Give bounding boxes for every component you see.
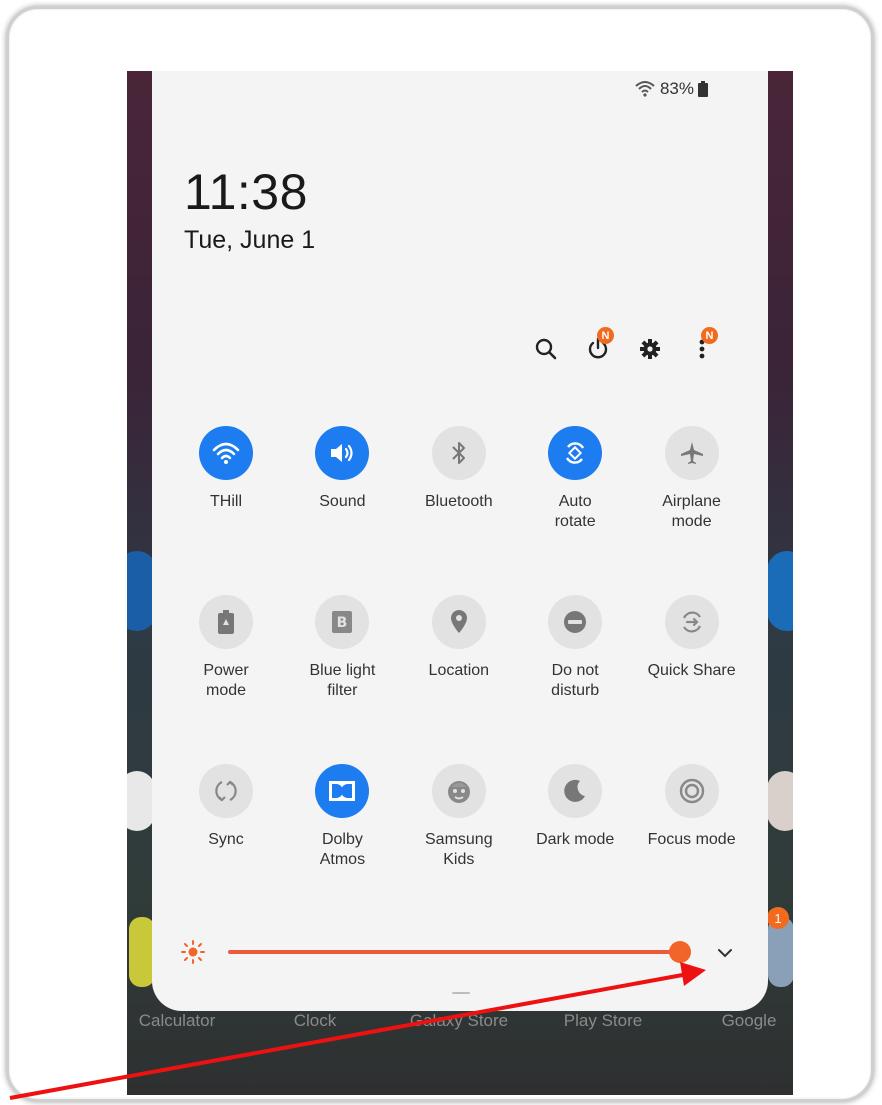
tile-quick-share[interactable]: Quick Share [634,595,750,681]
sync-icon[interactable] [199,764,253,818]
clock-date: Tue, June 1 [184,226,316,254]
tile-moon[interactable]: Dark mode [517,764,633,850]
blue-light-icon[interactable]: B [315,595,370,649]
tile-label: Samsung Kids [425,831,493,868]
home-app-icon-right-2 [767,771,793,831]
tile-label: Sound [319,493,366,510]
home-app-icon-right [767,551,793,631]
tile-label: Sync [208,831,244,848]
tile-bluetooth[interactable]: Bluetooth [401,426,517,512]
tile-label: Location [428,662,490,679]
power-button[interactable]: N [572,327,624,369]
tile-label: Auto rotate [554,493,596,530]
dock-label-calculator[interactable]: Calculator [127,1011,237,1031]
airplane-icon[interactable] [664,426,719,480]
power-notification-badge: N [597,327,614,344]
brightness-track[interactable] [228,950,680,954]
tile-label: Do not disturb [551,662,600,699]
svg-text:B: B [337,615,348,631]
tile-blue-light[interactable]: B Blue light filter [284,595,400,701]
tile-label: Dark mode [536,831,615,848]
tile-label: Quick Share [647,662,736,679]
panel-drag-handle[interactable] [452,992,470,994]
quick-share-icon[interactable] [664,595,719,649]
tile-focus[interactable]: Focus mode [634,764,750,850]
brightness-slider[interactable] [180,937,740,967]
settings-button[interactable] [624,329,676,369]
dock-label-clock[interactable]: Clock [255,1011,375,1031]
screenshot-frame: 1 Calculator Clock Galaxy Store Play Sto… [6,6,874,1102]
dnd-icon[interactable] [548,595,603,649]
dock-label-galaxy-store[interactable]: Galaxy Store [399,1011,519,1031]
tile-dnd[interactable]: Do not disturb [517,595,633,701]
tile-battery[interactable]: Power mode [168,595,284,701]
tile-auto-rotate[interactable]: Auto rotate [517,426,633,532]
tile-speaker[interactable]: Sound [284,426,400,512]
tile-label: Power mode [203,662,249,699]
battery-icon [698,81,708,97]
tile-label: THill [210,493,242,510]
dock-label-google[interactable]: Google [689,1011,793,1031]
tile-dolby[interactable]: Dolby Atmos [284,764,400,870]
tile-sync[interactable]: Sync [168,764,284,850]
tile-airplane[interactable]: Airplane mode [634,426,750,532]
tile-kids[interactable]: Samsung Kids [401,764,517,870]
status-bar: 83% [634,79,708,99]
brightness-thumb[interactable] [669,941,691,963]
tile-location[interactable]: Location [401,595,517,681]
dolby-icon[interactable] [315,764,370,818]
wifi-icon[interactable] [199,426,253,480]
brightness-sun-icon [181,940,205,964]
tile-label: Bluetooth [424,493,493,510]
auto-rotate-icon[interactable] [548,426,603,480]
search-icon [535,338,557,360]
tile-label: Airplane mode [662,493,721,530]
bluetooth-icon[interactable] [431,426,486,480]
device-screen: 1 Calculator Clock Galaxy Store Play Sto… [127,71,793,1095]
google-widget-icon [127,771,155,831]
tile-label: Focus mode [647,831,736,848]
speaker-icon[interactable] [315,426,370,480]
more-notification-badge: N [701,327,718,344]
kids-icon[interactable] [431,764,486,818]
moon-icon[interactable] [548,764,603,818]
chevron-down-icon[interactable] [716,947,734,959]
more-options-button[interactable]: N [676,327,728,369]
search-button[interactable] [520,329,572,369]
tile-wifi[interactable]: THill [168,426,284,512]
quick-settings-panel: 83% 11:38 Tue, June 1 N N THill Sound Bl… [152,71,768,1011]
focus-icon[interactable] [664,764,719,818]
dock-label-play-store[interactable]: Play Store [543,1011,663,1031]
panel-actions: N N [520,327,728,369]
tile-label: Dolby Atmos [319,831,366,868]
gear-icon [640,339,660,359]
location-icon[interactable] [431,595,486,649]
battery-icon[interactable] [199,595,253,649]
wifi-status-icon [635,81,655,97]
clock-time: 11:38 [184,164,308,220]
battery-percent: 83% [659,79,694,98]
google-app-badge: 1 [767,907,789,929]
tile-label: Blue light filter [309,662,376,699]
